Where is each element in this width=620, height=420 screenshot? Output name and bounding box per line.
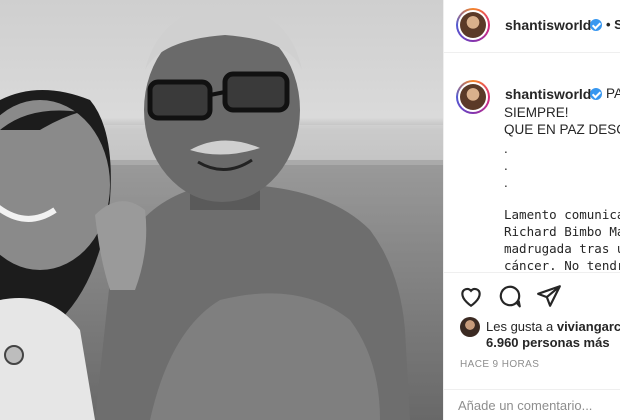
- caption-avatar[interactable]: [456, 80, 490, 114]
- header-follow-link[interactable]: • S: [606, 17, 620, 32]
- comment-bar: [444, 389, 620, 420]
- comment-input[interactable]: [458, 398, 618, 413]
- caption-message-line: madrugada tras un: [504, 241, 620, 256]
- header-username[interactable]: shantisworld: [505, 17, 591, 33]
- liker-avatar[interactable]: [460, 317, 480, 337]
- caption-message-line: Richard Bimbo Mac: [504, 224, 620, 239]
- beach-photo-illustration: [0, 5, 443, 420]
- post-photo[interactable]: [0, 0, 443, 420]
- comment-icon[interactable]: [497, 283, 523, 309]
- share-icon[interactable]: [536, 283, 562, 309]
- likes-count[interactable]: 6.960 personas más: [486, 335, 610, 350]
- caption-line: QUE EN PAZ DESCA: [504, 122, 620, 137]
- caption-line: .: [504, 158, 508, 173]
- liker-username[interactable]: viviangarc: [557, 319, 620, 334]
- caption-message-line: Lamento comunica: [504, 207, 620, 222]
- verified-badge-icon: [590, 88, 602, 100]
- caption-text: SIEMPRE! QUE EN PAZ DESCA . . .: [504, 104, 620, 191]
- heart-icon[interactable]: [458, 283, 484, 309]
- caption-message: Lamento comunica Richard Bimbo Mac madru…: [504, 206, 620, 274]
- post-sidebar: shantisworld • S shantisworld PA SIEMPRE…: [443, 0, 620, 420]
- verified-badge-icon: [590, 19, 602, 31]
- post-header: shantisworld • S: [444, 0, 620, 53]
- caption-line: .: [504, 175, 508, 190]
- caption-line: .: [504, 141, 508, 156]
- likes-prefix: Les gusta a: [486, 319, 554, 334]
- post-actions: Les gusta a viviangarc 6.960 personas má…: [444, 272, 620, 420]
- likes-text: Les gusta a viviangarc: [486, 319, 620, 334]
- post-timestamp[interactable]: HACE 9 HORAS: [460, 359, 539, 370]
- caption-line-first: PA: [606, 86, 620, 101]
- caption-line: SIEMPRE!: [504, 105, 569, 120]
- avatar[interactable]: [456, 8, 490, 42]
- caption-username[interactable]: shantisworld: [505, 86, 591, 102]
